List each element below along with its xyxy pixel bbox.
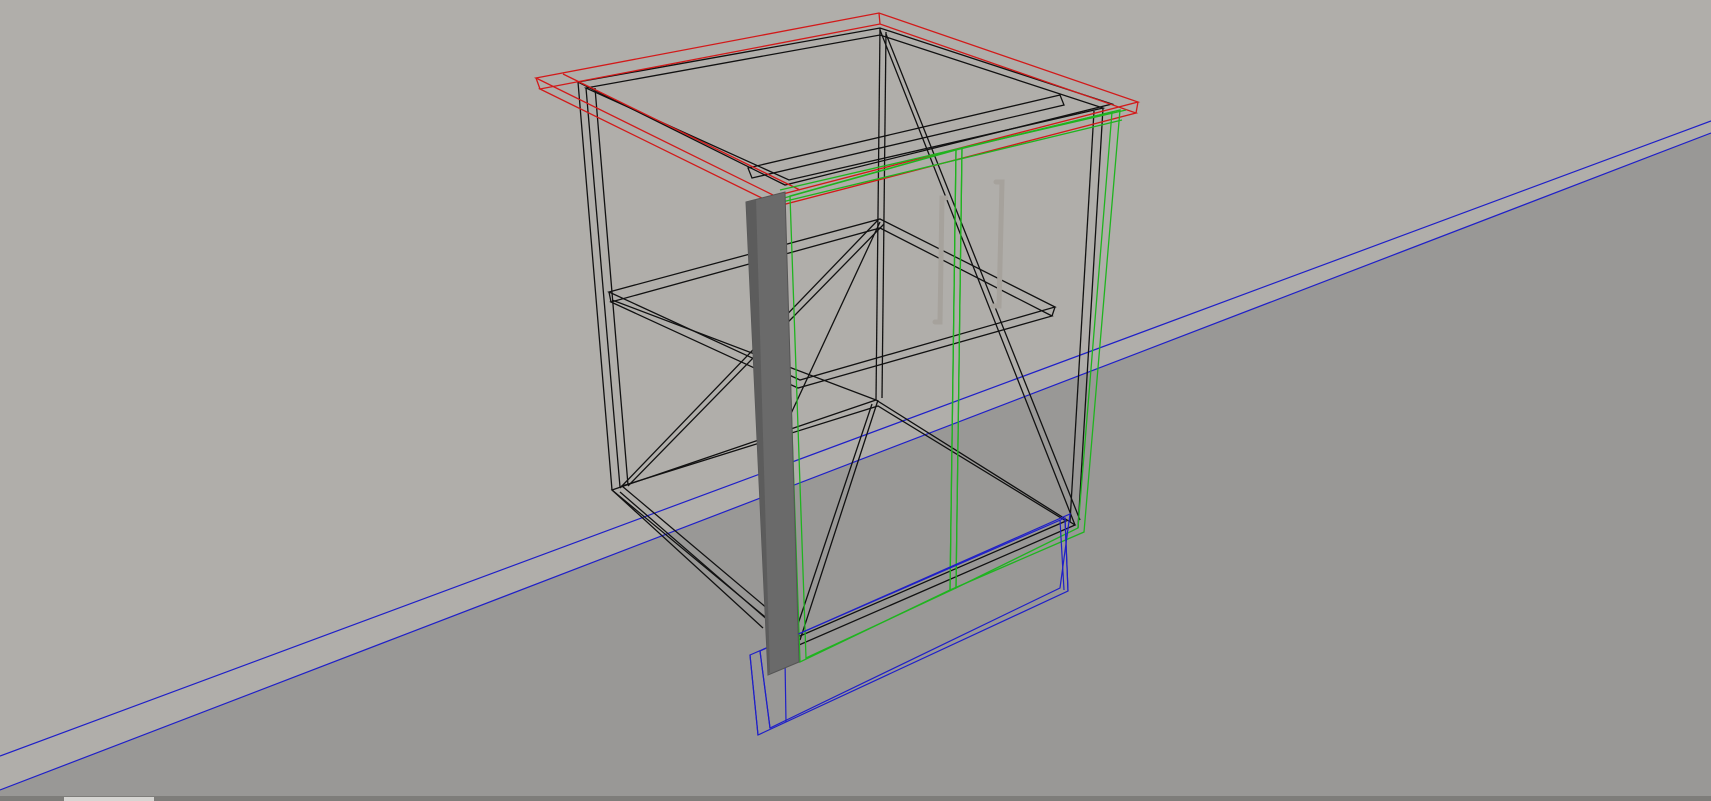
3d-viewport[interactable] bbox=[0, 0, 1711, 801]
status-bar-tab[interactable] bbox=[64, 797, 154, 801]
status-bar bbox=[0, 796, 1711, 801]
